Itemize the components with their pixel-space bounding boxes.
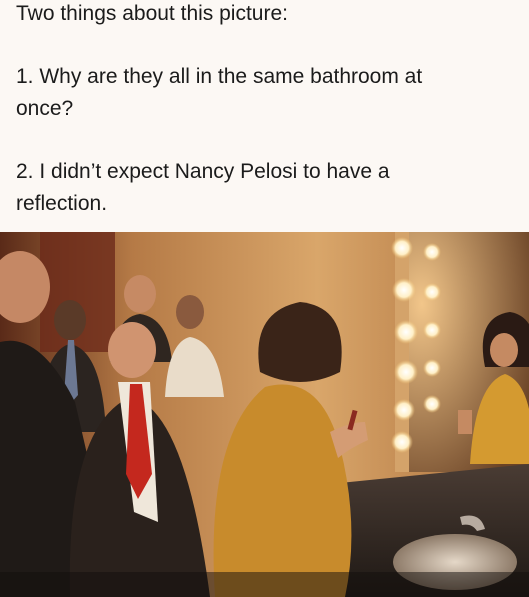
caption-point-1-line-2: once? [16, 97, 74, 120]
caption-point-1-line-1: 1. Why are they all in the same bathroom… [16, 65, 423, 88]
caption-intro: Two things about this picture: [16, 2, 288, 25]
caption-point-2-line-2: reflection. [16, 192, 108, 215]
caption-point-2-line-1: 2. I didn’t expect Nancy Pelosi to have … [16, 160, 390, 183]
bathroom-photo [0, 232, 529, 597]
meme-caption: Two things about this picture: 1. Why ar… [0, 0, 529, 232]
vignette [0, 572, 529, 597]
bathroom-photo-illustration [0, 232, 529, 597]
